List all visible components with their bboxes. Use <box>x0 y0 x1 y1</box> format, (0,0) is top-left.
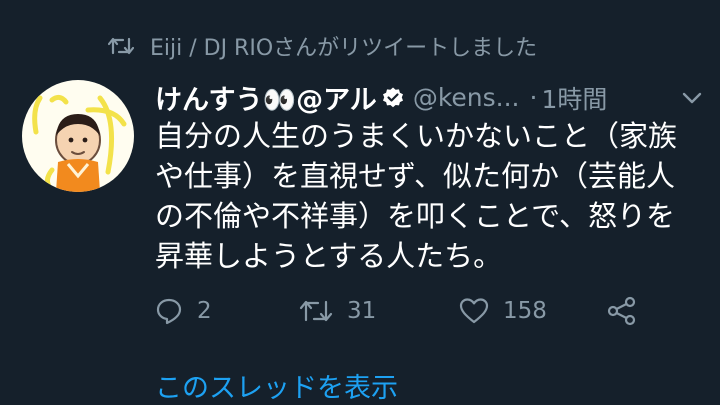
tweet-text: 自分の人生のうまくいかないこと（家族や仕事）を直視せず、似た何か（芸能人の不倫や… <box>155 119 678 273</box>
share-icon <box>606 296 638 326</box>
retweet-icon <box>108 36 134 56</box>
heart-icon <box>459 297 489 325</box>
retweet-icon <box>299 298 333 324</box>
share-button[interactable] <box>606 296 638 326</box>
tweet-timestamp[interactable]: 1時間 <box>541 80 607 116</box>
chevron-down-icon[interactable] <box>681 91 703 105</box>
user-handle[interactable]: @kens... <box>413 83 520 112</box>
retweet-notice-text: Eiji / DJ RIOさんがリツイートしました <box>150 36 538 61</box>
retweet-count: 31 <box>347 298 377 324</box>
avatar[interactable] <box>22 80 134 192</box>
reply-button[interactable]: 2 <box>155 297 299 325</box>
verified-badge-icon <box>377 86 413 110</box>
reply-count: 2 <box>197 298 212 324</box>
like-button[interactable]: 158 <box>459 297 606 325</box>
tweet-actions: 2 31 158 <box>155 296 638 326</box>
separator-dot: · <box>529 83 538 112</box>
reply-icon <box>155 297 183 325</box>
like-count: 158 <box>503 298 547 324</box>
show-thread-link[interactable]: このスレッドを表示 <box>155 366 398 405</box>
tweet-header: けんすう👀@アル @kens... · 1時間 <box>155 78 703 117</box>
retweet-notice[interactable]: Eiji / DJ RIOさんがリツイートしました <box>108 30 537 62</box>
display-name[interactable]: けんすう👀@アル <box>155 78 377 117</box>
retweet-button[interactable]: 31 <box>299 298 459 324</box>
